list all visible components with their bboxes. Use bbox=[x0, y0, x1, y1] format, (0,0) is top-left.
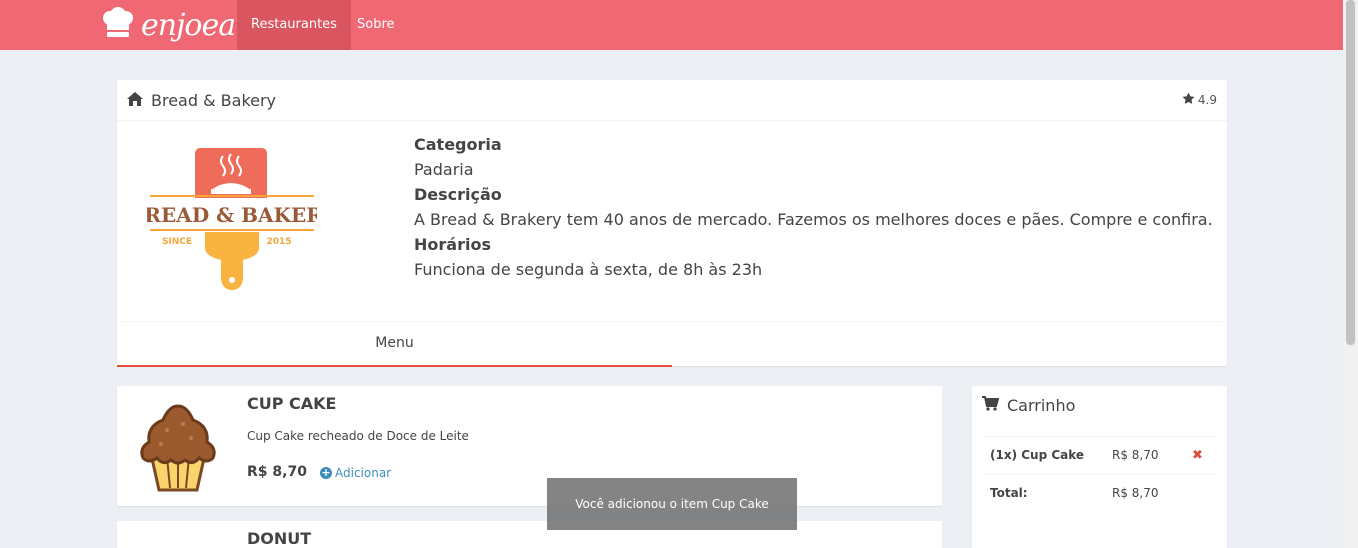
home-icon bbox=[127, 91, 143, 110]
cart-total-value: R$ 8,70 bbox=[1112, 486, 1159, 500]
page-scrollbar[interactable] bbox=[1343, 0, 1358, 548]
nav-sobre[interactable]: Sobre bbox=[343, 0, 409, 50]
item-name: DONUT bbox=[247, 529, 312, 548]
menu-item: DONUT bbox=[117, 521, 942, 548]
toast-notification: Você adicionou o item Cup Cake bbox=[547, 478, 797, 530]
item-name: CUP CAKE bbox=[247, 394, 337, 413]
plus-circle-icon: + bbox=[320, 466, 332, 479]
cart-total-row: Total: R$ 8,70 bbox=[982, 474, 1217, 512]
description-label: Descrição bbox=[414, 185, 502, 204]
cupcake-image bbox=[137, 402, 219, 494]
cart-item-price: R$ 8,70 bbox=[1112, 448, 1159, 462]
chef-hat-icon bbox=[101, 7, 135, 43]
hours-label: Horários bbox=[414, 235, 491, 254]
top-navbar: enjoeat Restaurantes Sobre bbox=[0, 0, 1343, 50]
restaurant-tabs: Menu bbox=[117, 321, 1227, 367]
cart-title: Carrinho bbox=[1007, 395, 1076, 415]
restaurant-info: Categoria Padaria Descrição A Bread & Br… bbox=[414, 132, 1213, 282]
add-label: Adicionar bbox=[335, 466, 392, 480]
logo-since: SINCE bbox=[162, 237, 192, 247]
restaurant-header: Bread & Bakery bbox=[117, 80, 1227, 121]
description-value: A Bread & Brakery tem 40 anos de mercado… bbox=[414, 210, 1213, 229]
cart-header: Carrinho bbox=[972, 386, 1227, 424]
scrollbar-thumb[interactable] bbox=[1346, 0, 1355, 345]
restaurant-name: Bread & Bakery bbox=[151, 90, 277, 110]
brand-logo[interactable]: enjoeat bbox=[101, 4, 247, 46]
remove-item-icon[interactable]: ✖ bbox=[1192, 448, 1203, 463]
shopping-cart-icon bbox=[982, 395, 1000, 415]
cart-panel: Carrinho (1x) Cup Cake R$ 8,70 ✖ Total: … bbox=[972, 386, 1227, 548]
rating: 4.9 bbox=[1182, 92, 1217, 108]
star-icon bbox=[1182, 92, 1195, 108]
category-value: Padaria bbox=[414, 160, 474, 179]
logo-year: 2015 bbox=[266, 237, 291, 247]
restaurant-panel: Bread & Bakery 4.9 BREAD & BAKERY SINCE … bbox=[117, 80, 1227, 367]
category-label: Categoria bbox=[414, 135, 502, 154]
restaurant-logo: BREAD & BAKERY SINCE 2015 bbox=[128, 148, 337, 293]
rating-value: 4.9 bbox=[1197, 93, 1217, 107]
cart-total-label: Total: bbox=[990, 486, 1028, 500]
tab-menu[interactable]: Menu bbox=[117, 322, 672, 367]
cart-row: (1x) Cup Cake R$ 8,70 ✖ bbox=[982, 436, 1217, 474]
hours-value: Funciona de segunda à sexta, de 8h às 23… bbox=[414, 260, 763, 279]
item-description: Cup Cake recheado de Doce de Leite bbox=[247, 429, 469, 443]
item-price: R$ 8,70 bbox=[247, 464, 307, 480]
cart-item-name: (1x) Cup Cake bbox=[990, 448, 1085, 462]
menu-item: CUP CAKE Cup Cake recheado de Doce de Le… bbox=[117, 386, 942, 506]
logo-title: BREAD & BAKERY bbox=[147, 203, 317, 227]
nav-restaurantes[interactable]: Restaurantes bbox=[237, 0, 351, 50]
add-item-button[interactable]: + Adicionar bbox=[320, 466, 391, 480]
brand-name: enjoeat bbox=[141, 7, 247, 43]
